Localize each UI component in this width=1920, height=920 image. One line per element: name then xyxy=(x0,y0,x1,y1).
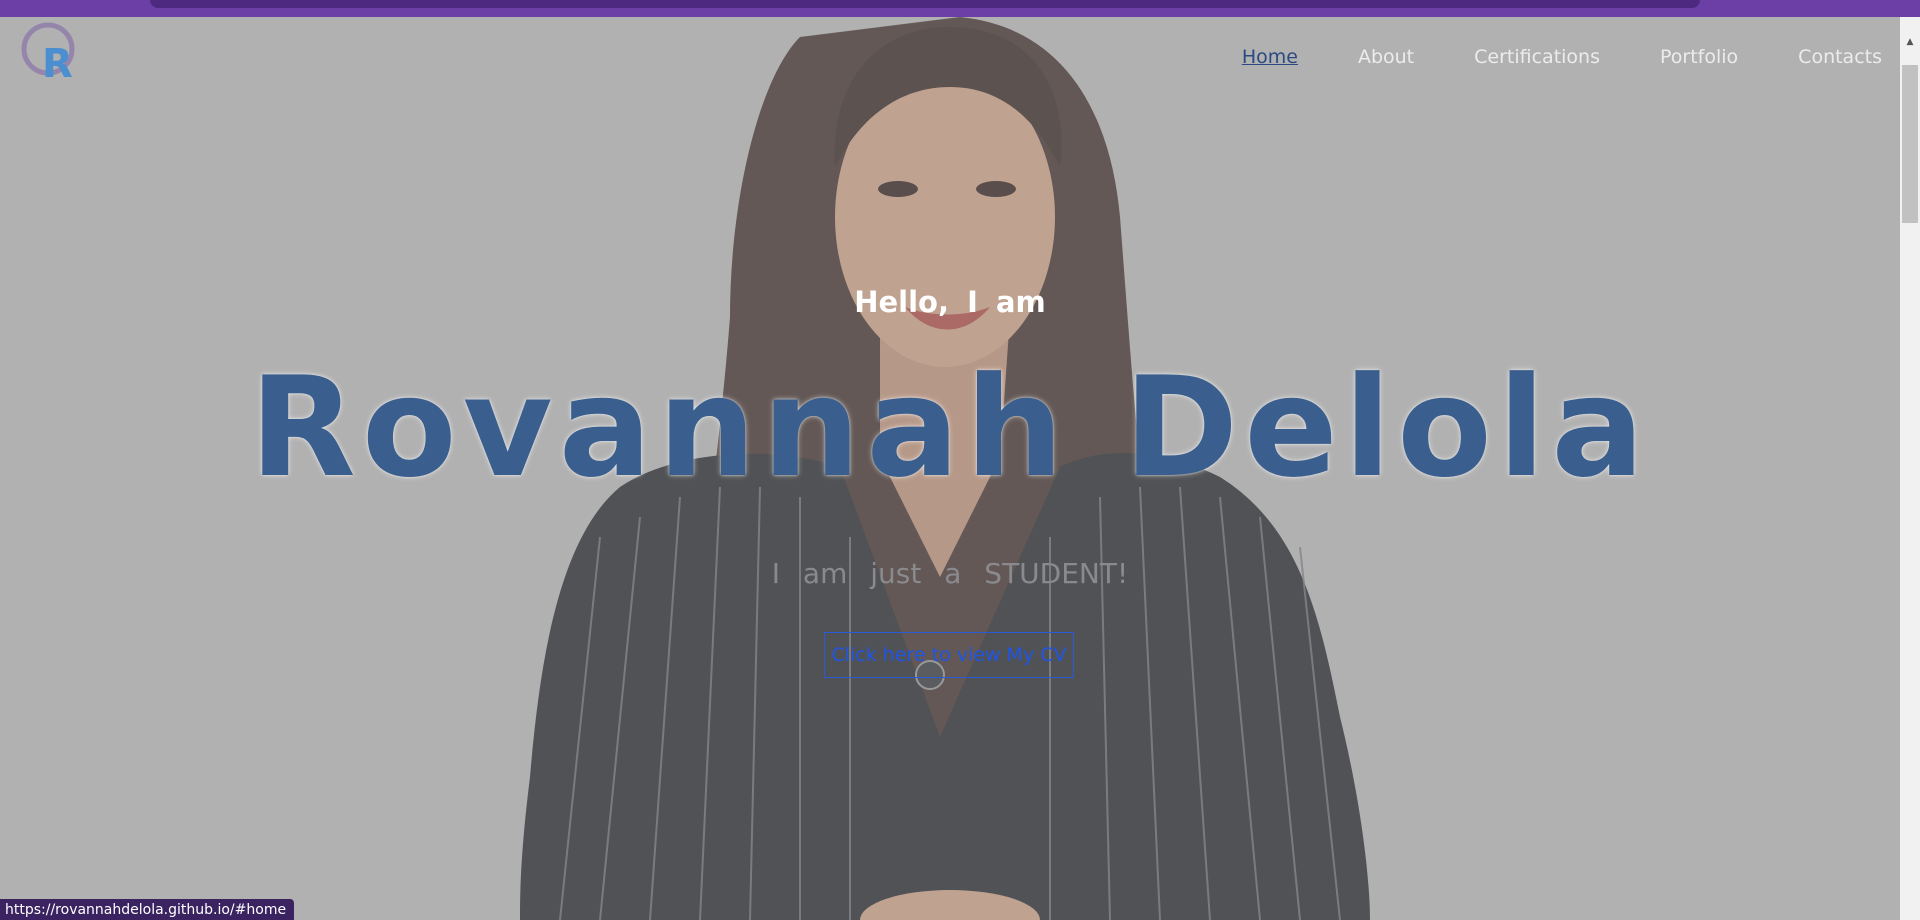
status-bar-url: https://rovannahdelola.github.io/#home xyxy=(0,899,295,920)
main-nav: Home About Certifications Portfolio Cont… xyxy=(1182,27,1882,87)
view-cv-button[interactable]: Click here to view My CV xyxy=(824,632,1074,678)
hero-greeting: Hello, I am xyxy=(854,285,1046,319)
nav-portfolio-link[interactable]: Portfolio xyxy=(1660,46,1738,68)
logo-icon: R xyxy=(21,22,75,87)
site-logo[interactable]: R xyxy=(20,21,80,87)
nav-contacts-link[interactable]: Contacts xyxy=(1798,46,1882,68)
page-scrollbar[interactable]: ▲ xyxy=(1900,17,1920,920)
nav-home-link[interactable]: Home xyxy=(1242,46,1298,68)
hero-name-heading: Rovannah Delola xyxy=(249,347,1651,508)
browser-top-bar xyxy=(150,0,1700,8)
scroll-thumb[interactable] xyxy=(1902,65,1918,223)
nav-about-link[interactable]: About xyxy=(1358,46,1414,68)
hero-tagline: I am just a STUDENT! xyxy=(771,557,1129,590)
hero-section: R Home About Certifications Portfolio Co… xyxy=(0,17,1900,920)
nav-certifications-link[interactable]: Certifications xyxy=(1474,46,1600,68)
logo-letter: R xyxy=(42,41,73,81)
browser-top-strip xyxy=(0,0,1920,17)
scroll-up-arrow-icon[interactable]: ▲ xyxy=(1904,37,1916,49)
